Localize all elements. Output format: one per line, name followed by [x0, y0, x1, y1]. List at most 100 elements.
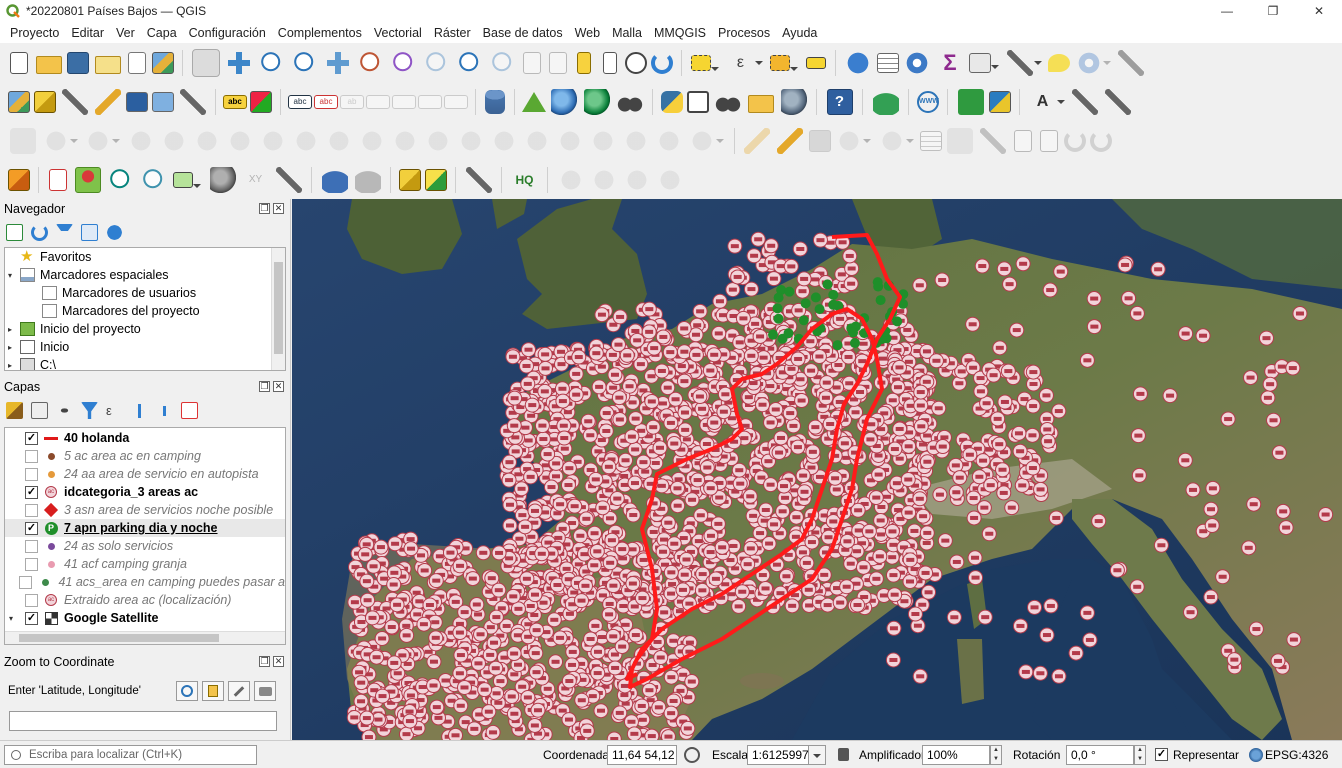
layer-visibility-checkbox[interactable]: ✓: [25, 611, 38, 625]
text-annotation-icon[interactable]: [1075, 49, 1111, 76]
zoom-to-layer-icon[interactable]: [390, 49, 417, 76]
temporal-controller-icon[interactable]: [625, 51, 647, 74]
delete-selected-icon[interactable]: [947, 127, 973, 154]
wrench-icon[interactable]: [275, 166, 302, 193]
new-project-icon[interactable]: [10, 51, 28, 74]
map-tips-icon[interactable]: [1048, 53, 1070, 72]
layer-visibility-checkbox[interactable]: [25, 449, 38, 463]
filter-legend-icon[interactable]: [81, 402, 98, 419]
merge-attributes-icon[interactable]: [655, 127, 682, 154]
browser-item[interactable]: ▸ Inicio del proyecto: [5, 320, 285, 338]
package-layer-icon[interactable]: [399, 168, 421, 191]
layers-close-button[interactable]: ✕: [273, 381, 284, 392]
browser-refresh-icon[interactable]: [31, 224, 48, 241]
coordinate-input[interactable]: [9, 711, 277, 731]
layer-visibility-checkbox[interactable]: [25, 593, 38, 607]
menu-procesos[interactable]: Procesos: [712, 26, 776, 40]
quickmapservices-icon[interactable]: [616, 88, 643, 115]
new-temporary-layer-icon[interactable]: [94, 88, 121, 115]
cut-features-icon[interactable]: [980, 127, 1006, 154]
menu-mmqgis[interactable]: MMQGIS: [648, 26, 712, 40]
scale-dropdown[interactable]: [808, 745, 826, 765]
save-edits-icon[interactable]: [808, 129, 831, 152]
gps-tool-icon[interactable]: [522, 91, 546, 112]
web-icon[interactable]: WWW: [917, 90, 939, 113]
zoom-out-icon[interactable]: [291, 49, 318, 76]
new-print-layout-icon[interactable]: [94, 56, 121, 74]
mmqgis-icon[interactable]: [8, 168, 30, 191]
add-group-icon[interactable]: [31, 402, 48, 419]
layer-item[interactable]: ▾ ✓ Google Satellite: [5, 609, 285, 627]
add-ring-icon[interactable]: [259, 127, 286, 154]
collapse-all-layers-icon[interactable]: [156, 402, 173, 419]
modify-attributes-icon[interactable]: [919, 130, 942, 151]
map-canvas[interactable]: [292, 199, 1342, 740]
offset-curve-icon[interactable]: [457, 127, 484, 154]
magnifier-field[interactable]: 100%: [922, 745, 990, 765]
fill-ring-icon[interactable]: [325, 127, 352, 154]
move-diagram-icon[interactable]: [444, 94, 468, 109]
zoom-last-icon[interactable]: [456, 49, 483, 76]
cloud-download-icon[interactable]: [354, 166, 381, 193]
layers-float-button[interactable]: ❐: [259, 381, 270, 392]
select-by-value-icon[interactable]: ε: [728, 50, 763, 76]
layer-visibility-checkbox[interactable]: ✓: [25, 521, 38, 535]
xy-tools-icon[interactable]: XY: [243, 167, 269, 193]
close-button[interactable]: ✕: [1296, 0, 1342, 22]
layer-item[interactable]: 41 acs_area en camping puedes pasar a: [5, 573, 285, 591]
openlayers-plugin-icon[interactable]: [583, 88, 610, 115]
menu-proyecto[interactable]: Proyecto: [4, 26, 65, 40]
menu-vectorial[interactable]: Vectorial: [368, 26, 428, 40]
deselect-features-icon[interactable]: [769, 54, 798, 71]
collapse-all-icon[interactable]: [81, 224, 98, 241]
new-3d-map-icon[interactable]: [549, 51, 567, 74]
new-bookmark-icon[interactable]: [577, 51, 591, 74]
minimize-button[interactable]: —: [1204, 0, 1250, 22]
browser-close-button[interactable]: ✕: [273, 203, 284, 214]
layer-visibility-checkbox[interactable]: [25, 503, 38, 517]
lock-scale-icon[interactable]: [838, 748, 849, 761]
help-icon[interactable]: ?: [826, 88, 853, 115]
qgis2web-icon[interactable]: [989, 90, 1011, 113]
vertex-editor-icon[interactable]: [878, 127, 914, 154]
toggle-editing-icon[interactable]: [777, 127, 803, 154]
split-features-icon[interactable]: [556, 127, 583, 154]
select-features-icon[interactable]: [691, 54, 719, 71]
zoom-coordinate-button[interactable]: [176, 681, 198, 701]
browser-item[interactable]: ▸ Inicio: [5, 338, 285, 356]
current-edits-icon[interactable]: [9, 127, 36, 154]
crs-globe-icon[interactable]: [1249, 748, 1263, 762]
expand-arrow-icon[interactable]: ▸: [8, 361, 16, 370]
coordinate-field[interactable]: 11,64 54,12: [607, 745, 677, 765]
zoom-coord-float-button[interactable]: ❐: [259, 656, 270, 667]
open-project-icon[interactable]: [35, 56, 62, 74]
search-binoculars-icon[interactable]: [714, 88, 741, 115]
layer-diagram-icon[interactable]: [250, 90, 272, 113]
python-console-icon[interactable]: [661, 90, 683, 113]
package-project-icon[interactable]: [425, 168, 447, 191]
menu-raster[interactable]: Ráster: [428, 26, 477, 40]
paste-coordinate-button[interactable]: [202, 681, 224, 701]
text-format-icon[interactable]: A: [1030, 89, 1065, 115]
layer-item[interactable]: ✓ 40 holanda: [5, 429, 285, 447]
rotate-label-icon[interactable]: [366, 94, 390, 109]
pan-to-selection-icon[interactable]: [225, 49, 252, 76]
pin-labels-icon[interactable]: abc: [288, 94, 312, 109]
layout-manager-icon[interactable]: [128, 51, 146, 74]
change-label-props-icon[interactable]: [418, 94, 442, 109]
folder-plugin-icon[interactable]: [747, 95, 774, 113]
toggle-editing-faded-icon[interactable]: [744, 127, 770, 154]
new-shapefile-layer-icon[interactable]: [61, 88, 88, 115]
qfield-sync-icon[interactable]: [872, 88, 899, 115]
delete-ring-icon[interactable]: [358, 127, 385, 154]
rotate-point-symbols-icon[interactable]: [688, 127, 724, 154]
zoom-in-icon[interactable]: [258, 49, 285, 76]
db-manager-icon[interactable]: [485, 89, 505, 114]
layer-visibility-checkbox[interactable]: [25, 467, 38, 481]
layer-item[interactable]: 24 as solo servicios: [5, 537, 285, 555]
menu-complementos[interactable]: Complementos: [272, 26, 368, 40]
reverse-line-icon[interactable]: [490, 127, 517, 154]
tools-icon[interactable]: [465, 166, 492, 193]
layer-item[interactable]: 5 ac area ac en camping: [5, 447, 285, 465]
globe-grid-icon[interactable]: [209, 166, 236, 193]
